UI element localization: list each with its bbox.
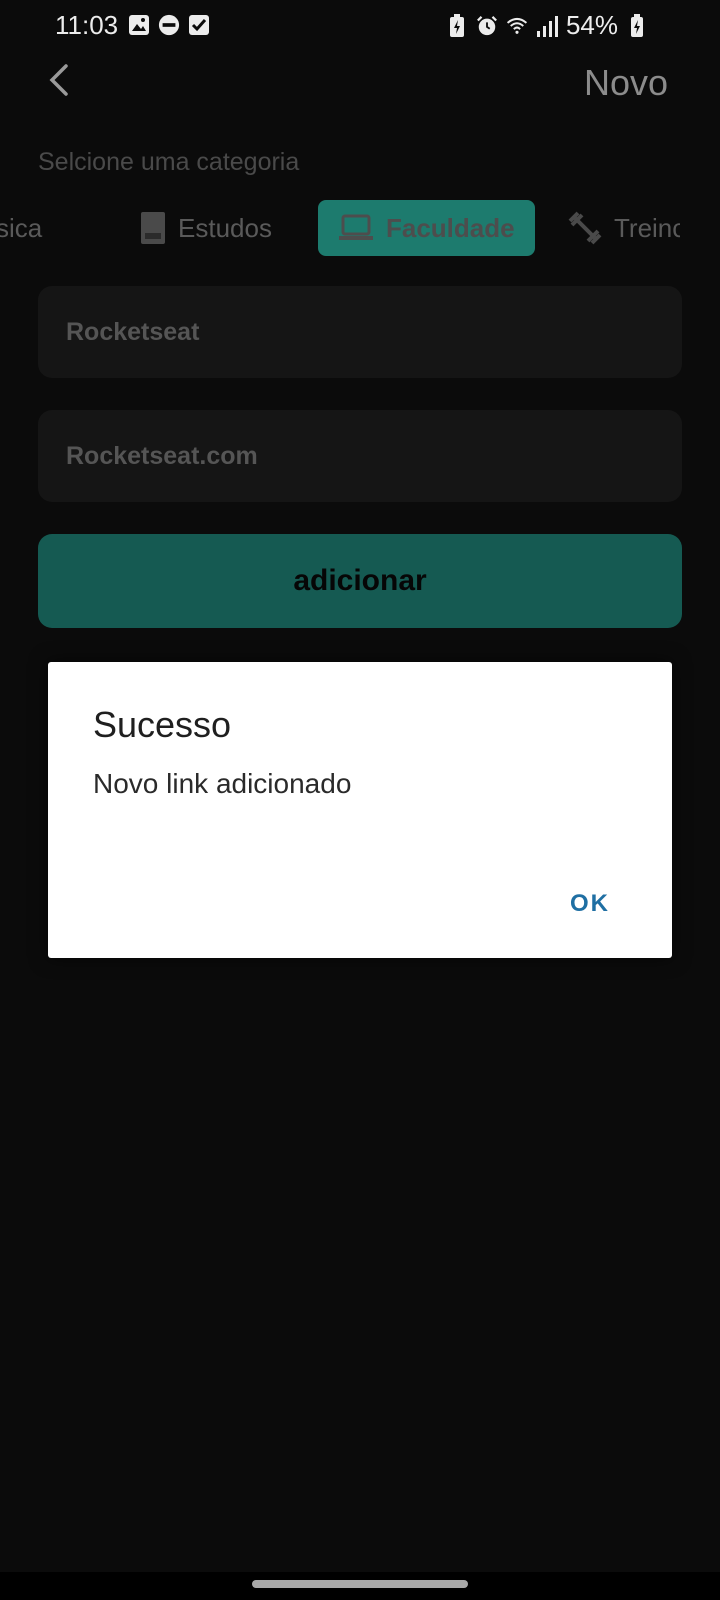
page-title: Novo [583, 62, 668, 103]
category-item-treino[interactable]: Treinc [568, 200, 680, 256]
category-item-label: sica [0, 212, 43, 243]
chevron-left-icon [49, 64, 68, 96]
category-item-label: Estudos [178, 212, 272, 243]
book-icon [140, 211, 166, 245]
category-item-label: Treinc [614, 212, 680, 243]
battery-saver-icon [446, 13, 468, 37]
status-bar: 11:03 54% [0, 0, 720, 52]
category-item-label: Faculdade [386, 212, 515, 243]
back-button[interactable] [38, 58, 82, 102]
dialog-title: Sucesso [93, 704, 232, 745]
add-button[interactable]: adicionar [38, 534, 682, 628]
category-item-musica[interactable]: sica [0, 200, 42, 256]
success-dialog: Sucesso Novo link adicionado OK [48, 662, 672, 958]
name-input-value: Rocketseat [66, 318, 200, 346]
alarm-icon [476, 15, 498, 37]
checkbox-icon [188, 14, 210, 36]
battery-percentage: 54% [565, 10, 618, 40]
image-icon [128, 14, 150, 36]
signal-icon [536, 15, 558, 37]
name-input[interactable]: Rocketseat [38, 286, 682, 378]
category-item-faculdade[interactable]: Faculdade [318, 200, 535, 256]
category-item-estudos[interactable]: Estudos [140, 200, 272, 256]
dumbbell-icon [568, 211, 602, 245]
home-indicator[interactable] [252, 1580, 468, 1588]
do-not-disturb-icon [158, 14, 180, 36]
url-input[interactable]: Rocketseat.com [38, 410, 682, 502]
ok-button[interactable]: OK [570, 890, 610, 918]
url-input-value: Rocketseat.com [66, 442, 258, 470]
category-list[interactable]: sica Estudos Faculdade Treinc [0, 200, 680, 256]
category-label: Selcione uma categoria [38, 148, 300, 176]
status-time: 11:03 [55, 10, 119, 40]
wifi-icon [506, 15, 528, 37]
laptop-icon [338, 214, 374, 242]
battery-icon [626, 13, 648, 37]
dialog-message: Novo link adicionado [93, 768, 352, 799]
